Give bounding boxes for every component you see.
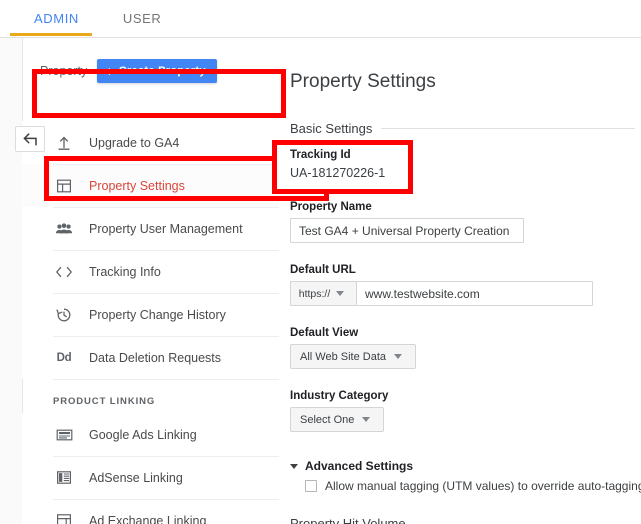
default-url-row: https:// www.testwebsite.com [290,281,593,306]
tracking-id-callout: Tracking Id UA-181270226-1 [290,149,385,180]
active-tab-indicator [10,33,92,36]
property-nav-list: Upgrade to GA4 Property Settings Propert… [22,121,279,524]
triangle-down-icon [290,463,298,469]
back-button[interactable] [15,126,45,152]
sidebar-item-property-user-management[interactable]: Property User Management [22,207,279,250]
sidebar-item-tracking-info[interactable]: Tracking Info [22,250,279,293]
sidebar-item-google-ads-linking[interactable]: Google Ads Linking [22,413,279,456]
advanced-settings-label: Advanced Settings [305,459,414,473]
default-view-field: Default View All Web Site Data [290,327,417,369]
sidebar-item-label: Tracking Info [89,264,161,279]
chevron-down-icon [362,417,371,422]
tab-user[interactable]: USER [101,0,184,38]
adsense-panel-icon [53,467,75,489]
default-url-field: Default URL https:// www.testwebsite.com [290,264,593,306]
left-rail [0,38,22,524]
create-property-button[interactable]: + Create Property [97,59,217,83]
url-scheme-select[interactable]: https:// [290,281,356,306]
url-scheme-value: https:// [298,287,331,300]
default-view-value: All Web Site Data [300,350,387,363]
ad-exchange-icon [53,510,75,524]
sidebar-item-property-settings[interactable]: Property Settings [22,164,279,207]
app-root: ADMIN USER Property + Create Property Te… [0,0,641,524]
default-url-label: Default URL [290,264,356,276]
sidebar-item-label: Upgrade to GA4 [89,135,180,150]
industry-category-field: Industry Category Select One [290,390,388,432]
default-view-label: Default View [290,327,359,339]
ads-card-icon [53,424,75,446]
sidebar-item-label: Property Settings [89,178,185,193]
property-label: Property [40,64,88,78]
settings-content-panel: Property Settings Basic Settings Trackin… [279,38,641,524]
sidebar-item-adsense-linking[interactable]: AdSense Linking [22,456,279,499]
layout-window-icon [53,175,75,197]
top-tab-bar: ADMIN USER [0,0,641,38]
people-group-icon [53,218,75,240]
default-url-input[interactable]: www.testwebsite.com [356,281,593,306]
plus-icon: + [105,63,114,79]
chevron-down-icon [394,354,403,359]
industry-category-select[interactable]: Select One [290,407,385,432]
advanced-settings-toggle[interactable]: Advanced Settings [290,459,413,473]
property-name-field: Property Name Test GA4 + Universal Prope… [290,201,524,243]
industry-category-value: Select One [300,413,355,426]
sidebar-item-ad-exchange-linking[interactable]: Ad Exchange Linking [22,499,279,524]
section-header-label: PRODUCT LINKING [53,396,156,407]
tracking-id-callout-label: Tracking Id [290,149,351,161]
manual-tagging-checkbox[interactable] [305,480,317,492]
sidebar-item-label: Ad Exchange Linking [89,513,207,524]
manual-tagging-label: Allow manual tagging (UTM values) to ove… [325,479,641,493]
sidebar-item-property-change-history[interactable]: Property Change History [22,293,279,336]
dd-text-icon: Dd [56,351,72,364]
sidebar-item-label: Data Deletion Requests [89,350,222,365]
sidebar-item-label: Google Ads Linking [89,427,197,442]
sidebar-item-upgrade-to-ga4[interactable]: Upgrade to GA4 [22,121,279,164]
industry-category-label: Industry Category [290,390,389,402]
sidebar-item-label: AdSense Linking [89,470,183,485]
upload-arrow-icon [53,132,75,154]
sidebar-item-label: Property User Management [89,221,243,236]
tracking-id-callout-value: UA-181270226-1 [290,166,386,180]
property-header: Property + Create Property [40,59,217,83]
divider [381,128,635,129]
property-name-input[interactable]: Test GA4 + Universal Property Creation [290,218,524,243]
property-name-label: Property Name [290,201,372,213]
create-property-label: Create Property [118,65,206,77]
section-header-product-linking: PRODUCT LINKING [22,379,279,413]
sidebar-item-label: Property Change History [89,307,226,322]
chevron-down-icon [336,291,345,296]
left-column: Property + Create Property Test GA4 + Un… [0,38,279,524]
basic-settings-header: Basic Settings [290,121,635,136]
property-hit-volume-header: Property Hit Volume [290,516,406,524]
basic-settings-label: Basic Settings [290,121,373,136]
code-brackets-icon [53,261,75,283]
manual-tagging-option: Allow manual tagging (UTM values) to ove… [305,479,641,493]
page-title: Property Settings [290,71,436,92]
sidebar-item-data-deletion-requests[interactable]: Dd Data Deletion Requests [22,336,279,379]
default-view-select[interactable]: All Web Site Data [290,344,417,369]
history-clock-icon [53,304,75,326]
